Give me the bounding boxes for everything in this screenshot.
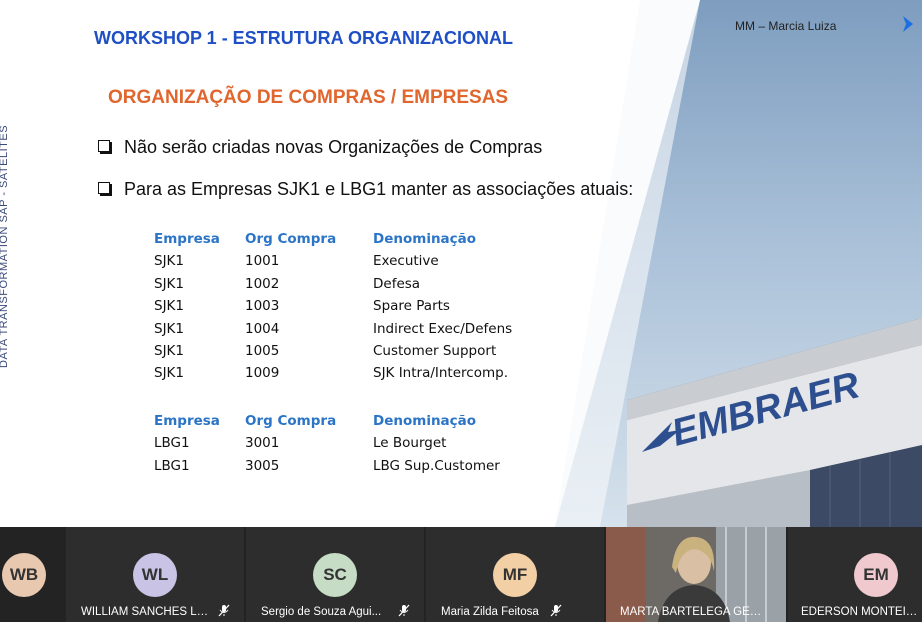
cell-denominacao: Le Bourget — [373, 435, 447, 452]
header-org-compra: Org Compra — [245, 413, 337, 429]
next-arrow-icon[interactable] — [900, 14, 916, 34]
cell-org-compra: 1001 — [245, 253, 280, 270]
header-org-compra: Org Compra — [245, 231, 337, 247]
participant-tile[interactable]: MF Maria Zilda Feitosa — [426, 527, 604, 622]
participant-tile[interactable]: EM EDERSON MONTEIRO — [788, 527, 922, 622]
presenter-name: MM – Marcia Luiza — [735, 19, 837, 33]
participant-name: Sergio de Souza Agui... — [261, 606, 382, 618]
mic-muted-icon — [398, 604, 410, 617]
cell-empresa: SJK1 — [154, 275, 184, 292]
participant-video-tile[interactable]: MARTA BARTELEGA GEMB... — [606, 527, 786, 622]
participant-tile[interactable]: WL WILLIAM SANCHES LI... — [66, 527, 244, 622]
side-label: DATA TRANSFORMATION SAP - SATÉLITES — [0, 124, 10, 368]
participant-tile[interactable]: WB — [0, 527, 64, 622]
cell-denominacao: Spare Parts — [373, 298, 450, 315]
avatar: WL — [133, 553, 177, 597]
cell-org-compra: 1002 — [245, 275, 280, 292]
embraer-building-image: EMBRAER — [627, 318, 922, 527]
cell-org-compra: 1005 — [245, 342, 280, 359]
mic-muted-icon — [218, 604, 230, 617]
cell-empresa: SJK1 — [154, 365, 184, 382]
cell-denominacao: Defesa — [373, 275, 421, 292]
header-denominacao: Denominação — [373, 231, 477, 247]
participant-strip: WB WL WILLIAM SANCHES LI... SC Sergio de… — [0, 527, 922, 622]
cell-org-compra: 3001 — [245, 435, 280, 452]
avatar: SC — [313, 553, 357, 597]
section-title: ORGANIZAÇÃO DE COMPRAS / EMPRESAS — [108, 87, 509, 108]
cell-denominacao: Indirect Exec/Defens — [373, 320, 513, 337]
participant-name: Maria Zilda Feitosa — [441, 606, 539, 618]
cell-denominacao: Customer Support — [373, 342, 497, 359]
cell-denominacao: LBG Sup.Customer — [373, 457, 500, 474]
cell-empresa: LBG1 — [154, 435, 190, 452]
cell-org-compra: 1004 — [245, 320, 280, 337]
presentation-slide: EMBRAER DATA TRANSFORMATION SAP - SATÉLI… — [0, 0, 922, 527]
participant-name: WILLIAM SANCHES LI... — [81, 606, 209, 618]
bullet-text: Para as Empresas SJK1 e LBG1 manter as a… — [124, 179, 634, 199]
header-denominacao: Denominação — [373, 413, 477, 429]
cell-empresa: LBG1 — [154, 457, 190, 474]
checkbox-bullet-icon — [98, 182, 110, 195]
avatar: MF — [493, 553, 537, 597]
cell-denominacao: SJK Intra/Intercomp. — [373, 365, 508, 382]
avatar: WB — [2, 553, 46, 597]
mic-muted-icon — [550, 604, 562, 617]
checkbox-bullet-icon — [98, 140, 110, 153]
participant-name: MARTA BARTELEGA GEMB... — [620, 606, 770, 618]
participant-tile[interactable]: SC Sergio de Souza Agui... — [246, 527, 424, 622]
workshop-title: WORKSHOP 1 - ESTRUTURA ORGANIZACIONAL — [94, 28, 514, 48]
cell-empresa: SJK1 — [154, 253, 184, 270]
avatar: EM — [854, 553, 898, 597]
cell-empresa: SJK1 — [154, 298, 184, 315]
bullet-item: Para as Empresas SJK1 e LBG1 manter as a… — [98, 179, 633, 200]
cell-denominacao: Executive — [373, 253, 439, 270]
cell-empresa: SJK1 — [154, 342, 184, 359]
header-empresa: Empresa — [154, 231, 220, 247]
cell-org-compra: 1009 — [245, 365, 280, 382]
header-empresa: Empresa — [154, 413, 220, 429]
cell-empresa: SJK1 — [154, 320, 184, 337]
participant-name: EDERSON MONTEIRO — [801, 606, 922, 618]
cell-org-compra: 3005 — [245, 457, 280, 474]
bullet-item: Não serão criadas novas Organizações de … — [98, 137, 542, 158]
bullet-text: Não serão criadas novas Organizações de … — [124, 137, 543, 157]
cell-org-compra: 1003 — [245, 298, 280, 315]
